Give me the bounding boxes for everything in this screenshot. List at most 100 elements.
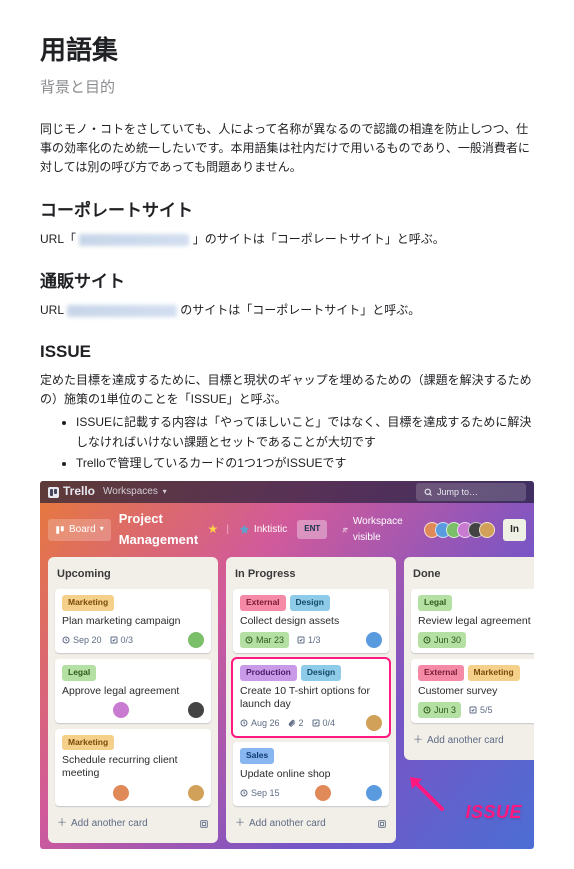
label[interactable]: Legal (62, 665, 96, 681)
column-title[interactable]: In Progress (233, 564, 389, 590)
search-input[interactable]: Jump to… (416, 483, 526, 501)
corp-post: 」のサイトは「コーポレートサイト」と呼ぶ。 (193, 232, 445, 246)
ec-pre: URL (40, 303, 67, 317)
trello-screenshot: Trello Workspaces ▾ Jump to… Board ▾ Pro… (40, 481, 534, 849)
checklist-badge: 0/4 (312, 716, 336, 730)
card-meta: Sep 200/3 (62, 632, 204, 648)
template-icon[interactable] (377, 819, 387, 829)
avatar[interactable] (366, 632, 382, 648)
list-column: Done Legal Review legal agreement Jun 30 Ext… (404, 557, 534, 761)
search-placeholder: Jump to… (437, 485, 478, 499)
board-columns: Upcoming Marketing Plan marketing campaign… (40, 557, 534, 843)
workspaces-menu[interactable]: Workspaces ▾ (103, 484, 167, 500)
card-labels: Legal (62, 665, 204, 681)
due-date-badge[interactable]: Sep 20 (62, 633, 102, 647)
card[interactable]: ExternalMarketing Customer survey Jun 3 5/5 (411, 659, 534, 723)
card-title: Update online shop (240, 768, 382, 781)
board-title[interactable]: Project Management (119, 509, 200, 551)
invite-button[interactable]: In (503, 519, 526, 541)
label[interactable]: Design (301, 665, 341, 681)
trello-topbar: Trello Workspaces ▾ Jump to… (40, 481, 534, 503)
avatar[interactable] (479, 522, 495, 538)
due-date-badge[interactable]: Sep 15 (240, 786, 280, 800)
card-meta: Jun 30 (418, 632, 534, 648)
avatar[interactable] (366, 785, 382, 801)
due-date-badge[interactable]: Aug 26 (240, 716, 280, 730)
avatar[interactable] (113, 785, 129, 801)
list-column: Upcoming Marketing Plan marketing campaign… (48, 557, 218, 843)
add-card-button[interactable]: ＋ Add another card (411, 729, 534, 753)
card[interactable]: Legal Review legal agreement Jun 30 (411, 589, 534, 653)
checklist-icon (297, 636, 305, 644)
section-issue-heading: ISSUE (40, 338, 534, 365)
label[interactable]: Legal (418, 595, 452, 611)
avatar[interactable] (188, 785, 204, 801)
trello-brand: Trello (63, 482, 95, 501)
card-labels: Sales (240, 748, 382, 764)
label[interactable]: Sales (240, 748, 274, 764)
issue-bullets: ISSUEに記載する内容は「やってほしいこと」ではなく、目標を達成するために解決… (40, 413, 534, 473)
board-icon (55, 525, 65, 535)
redacted-url (79, 234, 189, 246)
column-title[interactable]: Upcoming (55, 564, 211, 590)
card[interactable]: ExternalDesign Collect design assets Mar 2… (233, 589, 389, 653)
visibility-button[interactable]: Workspace visible (335, 511, 413, 549)
card-title: Create 10 T-shirt options for launch day (240, 685, 382, 711)
card[interactable]: Marketing Plan marketing campaign Sep 200/… (55, 589, 211, 653)
card-title: Review legal agreement (418, 615, 534, 628)
chevron-down-icon: ▾ (100, 523, 104, 536)
card-meta (62, 785, 204, 801)
star-icon[interactable]: ★ (208, 520, 219, 539)
issue-desc: 定めた目標を達成するために、目標と現状のギャップを埋めるための（課題を解決するた… (40, 371, 534, 409)
add-card-button[interactable]: ＋ Add another card (233, 812, 389, 836)
checklist-badge: 5/5 (469, 703, 493, 717)
add-card-button[interactable]: ＋ Add another card (55, 812, 211, 836)
search-icon (424, 488, 433, 497)
org-chip[interactable]: Inktistic (237, 522, 289, 538)
card[interactable]: Sales Update online shop Sep 15 (233, 742, 389, 806)
clock-icon (240, 789, 248, 797)
avatar[interactable] (366, 715, 382, 731)
due-date-badge[interactable]: Jun 30 (418, 632, 466, 648)
card[interactable]: MarketingSchedule recurring client meeti… (55, 729, 211, 806)
clock-icon (240, 719, 248, 727)
ec-post: のサイトは「コーポレートサイト」と呼ぶ。 (180, 303, 420, 317)
plus-icon: ＋ (235, 816, 245, 832)
plus-icon: ＋ (413, 733, 423, 749)
view-switcher[interactable]: Board ▾ (48, 519, 111, 541)
column-title[interactable]: Done (411, 564, 534, 590)
template-icon[interactable] (199, 819, 209, 829)
trello-logo[interactable]: Trello (48, 482, 95, 501)
card-title: Plan marketing campaign (62, 615, 204, 628)
avatar[interactable] (113, 702, 129, 718)
card[interactable]: ProductionDesign Create 10 T-shirt option… (233, 659, 389, 736)
label[interactable]: Production (240, 665, 297, 681)
people-icon (342, 525, 349, 535)
avatar[interactable] (188, 702, 204, 718)
label[interactable]: Marketing (468, 665, 520, 681)
section-ec-heading: 通販サイト (40, 268, 534, 295)
avatar[interactable] (315, 785, 331, 801)
card-title: Collect design assets (240, 615, 382, 628)
label[interactable]: Marketing (62, 595, 114, 611)
avatar[interactable] (188, 632, 204, 648)
member-avatars[interactable] (429, 522, 495, 538)
list-column: In ProgressExternalDesignCollect design … (226, 557, 396, 843)
label[interactable]: External (418, 665, 464, 681)
section-corp-heading: コーポレートサイト (40, 197, 534, 224)
clock-icon (423, 706, 431, 714)
card-labels: Marketing (62, 735, 204, 751)
clock-icon (245, 636, 253, 644)
board-header: Board ▾ Project Management ★ | Inktistic… (40, 503, 534, 557)
label[interactable]: Design (290, 595, 330, 611)
due-date-badge[interactable]: Mar 23 (240, 632, 289, 648)
due-date-badge[interactable]: Jun 3 (418, 702, 461, 718)
paperclip-icon (288, 719, 296, 727)
visibility-label: Workspace visible (353, 514, 406, 546)
label[interactable]: External (240, 595, 286, 611)
card[interactable]: LegalApprove legal agreement (55, 659, 211, 723)
label[interactable]: Marketing (62, 735, 114, 751)
card-title: Customer survey (418, 685, 534, 698)
card-labels: Marketing (62, 595, 204, 611)
card-meta (62, 702, 204, 718)
